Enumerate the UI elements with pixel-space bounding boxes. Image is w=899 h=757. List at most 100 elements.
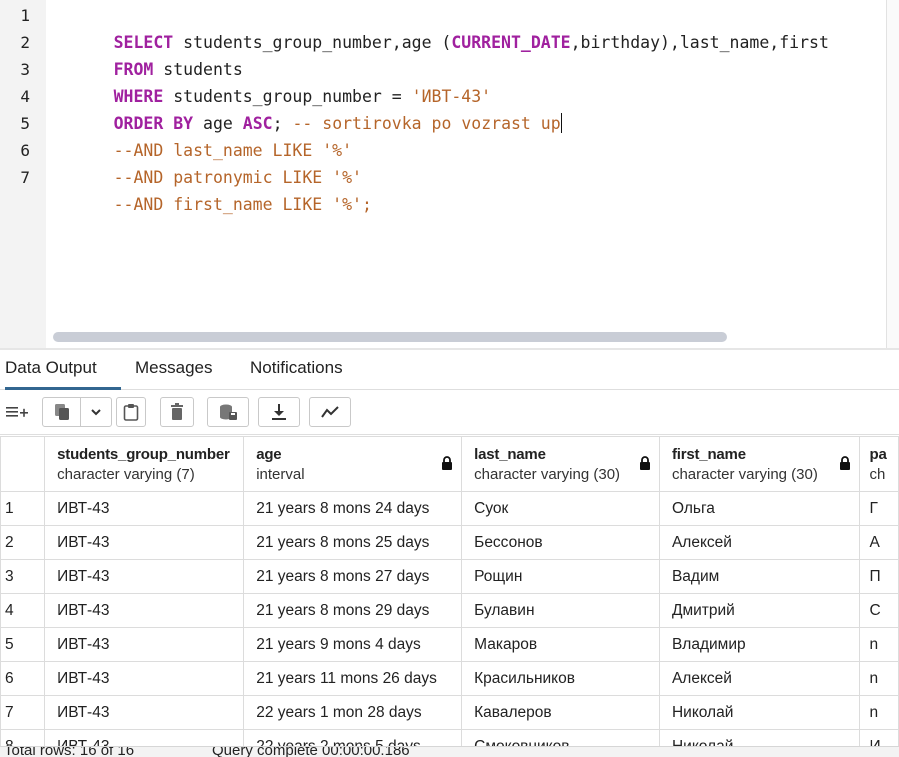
- column-name: age: [256, 445, 282, 463]
- table-cell[interactable]: Николай: [658, 729, 860, 746]
- table-cell[interactable]: 21 years 8 mons 29 days: [243, 593, 463, 628]
- table-cell[interactable]: Алексей: [658, 525, 860, 560]
- line-number: 4: [20, 87, 30, 106]
- table-row[interactable]: 8 ИВТ-43 22 years 2 mons 5 days Смоковников…: [0, 729, 899, 746]
- row-number-cell[interactable]: 3: [0, 559, 46, 594]
- table-cell[interactable]: ИВТ-43: [44, 661, 245, 696]
- table-cell[interactable]: ИВТ-43: [44, 525, 245, 560]
- table-cell[interactable]: Г: [858, 491, 899, 526]
- table-cell[interactable]: П: [858, 559, 899, 594]
- column-type: interval: [256, 465, 305, 483]
- column-type: ch: [869, 465, 886, 483]
- header-row: students_group_number character varying …: [0, 436, 899, 492]
- table-cell[interactable]: 21 years 8 mons 25 days: [243, 525, 463, 560]
- row-number-cell[interactable]: 7: [0, 695, 46, 730]
- table-cell[interactable]: И: [858, 729, 899, 746]
- table-cell[interactable]: n: [858, 695, 899, 730]
- table-cell[interactable]: Вадим: [658, 559, 860, 594]
- table-cell[interactable]: Владимир: [658, 627, 860, 662]
- table-cell[interactable]: Суок: [461, 491, 660, 526]
- code-area[interactable]: SELECT students_group_number,age (CURREN…: [46, 0, 886, 350]
- table-cell[interactable]: Дмитрий: [658, 593, 860, 628]
- copy-options-dropdown[interactable]: [81, 398, 111, 426]
- column-header-first-name[interactable]: first_name character varying (30): [658, 436, 860, 492]
- delete-icon: [171, 403, 183, 420]
- table-cell[interactable]: Бессонов: [461, 525, 660, 560]
- table-cell[interactable]: ИВТ-43: [44, 729, 245, 746]
- table-cell[interactable]: ИВТ-43: [44, 593, 245, 628]
- table-cell[interactable]: n: [858, 627, 899, 662]
- graph-visualiser-button[interactable]: [309, 397, 351, 427]
- table-cell[interactable]: ИВТ-43: [44, 627, 245, 662]
- sql-editor[interactable]: 1 2 3 4 5 6 7 SELECT students_group_numb…: [0, 0, 899, 350]
- lock-icon: [839, 456, 850, 470]
- table-cell[interactable]: Рощин: [461, 559, 660, 594]
- tab-notifications[interactable]: Notifications: [250, 358, 343, 390]
- line-number: 7: [20, 168, 30, 187]
- table-cell[interactable]: 22 years 2 mons 5 days: [243, 729, 463, 746]
- table-cell[interactable]: 21 years 8 mons 24 days: [243, 491, 463, 526]
- results-toolbar: [0, 391, 899, 435]
- column-header-last-name[interactable]: last_name character varying (30): [461, 436, 660, 492]
- column-type: character varying (30): [474, 465, 621, 483]
- table-cell[interactable]: 21 years 11 mons 26 days: [243, 661, 463, 696]
- tab-messages[interactable]: Messages: [135, 358, 212, 390]
- row-number-header[interactable]: [0, 436, 46, 492]
- row-count-status: Total rows: 16 of 16: [4, 746, 135, 757]
- row-number-cell[interactable]: 4: [0, 593, 46, 628]
- table-row[interactable]: 3 ИВТ-43 21 years 8 mons 27 days Рощин Вадим…: [0, 559, 899, 594]
- row-number-cell[interactable]: 1: [0, 491, 46, 526]
- column-header-patronymic[interactable]: pa ch: [858, 436, 899, 492]
- column-header-age[interactable]: age interval: [243, 436, 463, 492]
- row-number-cell[interactable]: 2: [0, 525, 46, 560]
- results-grid: students_group_number character varying …: [0, 436, 899, 746]
- code-token: ,birthday),last_name,first: [570, 33, 829, 52]
- table-cell[interactable]: Николай: [658, 695, 860, 730]
- download-button[interactable]: [258, 397, 300, 427]
- copy-button[interactable]: [43, 398, 81, 426]
- table-cell[interactable]: С: [858, 593, 899, 628]
- code-line-7[interactable]: --AND first_name LIKE '%';: [54, 164, 372, 245]
- table-cell[interactable]: ИВТ-43: [44, 695, 245, 730]
- add-row-button[interactable]: [0, 397, 34, 427]
- table-row[interactable]: 4 ИВТ-43 21 years 8 mons 29 days Булавин Дми…: [0, 593, 899, 628]
- results-table: students_group_number character varying …: [0, 436, 899, 746]
- copy-icon: [54, 404, 69, 420]
- table-row[interactable]: 5 ИВТ-43 21 years 9 mons 4 days Макаров Влад…: [0, 627, 899, 662]
- table-cell[interactable]: Ольга: [658, 491, 860, 526]
- row-number-cell[interactable]: 6: [0, 661, 46, 696]
- save-data-button[interactable]: [207, 397, 249, 427]
- graph-icon: [321, 406, 339, 418]
- add-row-icon: [6, 407, 28, 417]
- table-cell[interactable]: Алексей: [658, 661, 860, 696]
- column-type: character varying (30): [671, 465, 818, 483]
- delete-button[interactable]: [160, 397, 194, 427]
- table-cell[interactable]: А: [858, 525, 899, 560]
- keyword-token: CURRENT_DATE: [451, 33, 571, 52]
- table-row[interactable]: 2 ИВТ-43 21 years 8 mons 25 days Бессонов Ал…: [0, 525, 899, 560]
- lock-icon: [442, 456, 453, 470]
- table-cell[interactable]: 21 years 8 mons 27 days: [243, 559, 463, 594]
- row-number-cell[interactable]: 8: [0, 729, 46, 746]
- table-cell[interactable]: ИВТ-43: [44, 559, 245, 594]
- table-cell[interactable]: Макаров: [461, 627, 660, 662]
- table-cell[interactable]: 22 years 1 mon 28 days: [243, 695, 463, 730]
- horizontal-scrollbar-thumb[interactable]: [53, 332, 727, 342]
- vertical-scrollbar[interactable]: [886, 0, 899, 350]
- tab-data-output[interactable]: Data Output: [5, 358, 121, 390]
- table-cell[interactable]: 21 years 9 mons 4 days: [243, 627, 463, 662]
- table-cell[interactable]: Кавалеров: [461, 695, 660, 730]
- table-cell[interactable]: n: [858, 661, 899, 696]
- row-number-cell[interactable]: 5: [0, 627, 46, 662]
- table-cell[interactable]: Смоковников: [461, 729, 660, 746]
- text-cursor: [560, 113, 562, 133]
- table-row[interactable]: 1 ИВТ-43 21 years 8 mons 24 days Суок Ольга Г: [0, 491, 899, 526]
- lock-icon: [639, 456, 650, 470]
- paste-button[interactable]: [116, 397, 146, 427]
- table-row[interactable]: 7 ИВТ-43 22 years 1 mon 28 days Кавалеров Ни…: [0, 695, 899, 730]
- table-cell[interactable]: Булавин: [461, 593, 660, 628]
- table-row[interactable]: 6 ИВТ-43 21 years 11 mons 26 days Красильни…: [0, 661, 899, 696]
- column-header-students-group-number[interactable]: students_group_number character varying …: [44, 436, 245, 492]
- table-cell[interactable]: Красильников: [461, 661, 660, 696]
- table-cell[interactable]: ИВТ-43: [44, 491, 245, 526]
